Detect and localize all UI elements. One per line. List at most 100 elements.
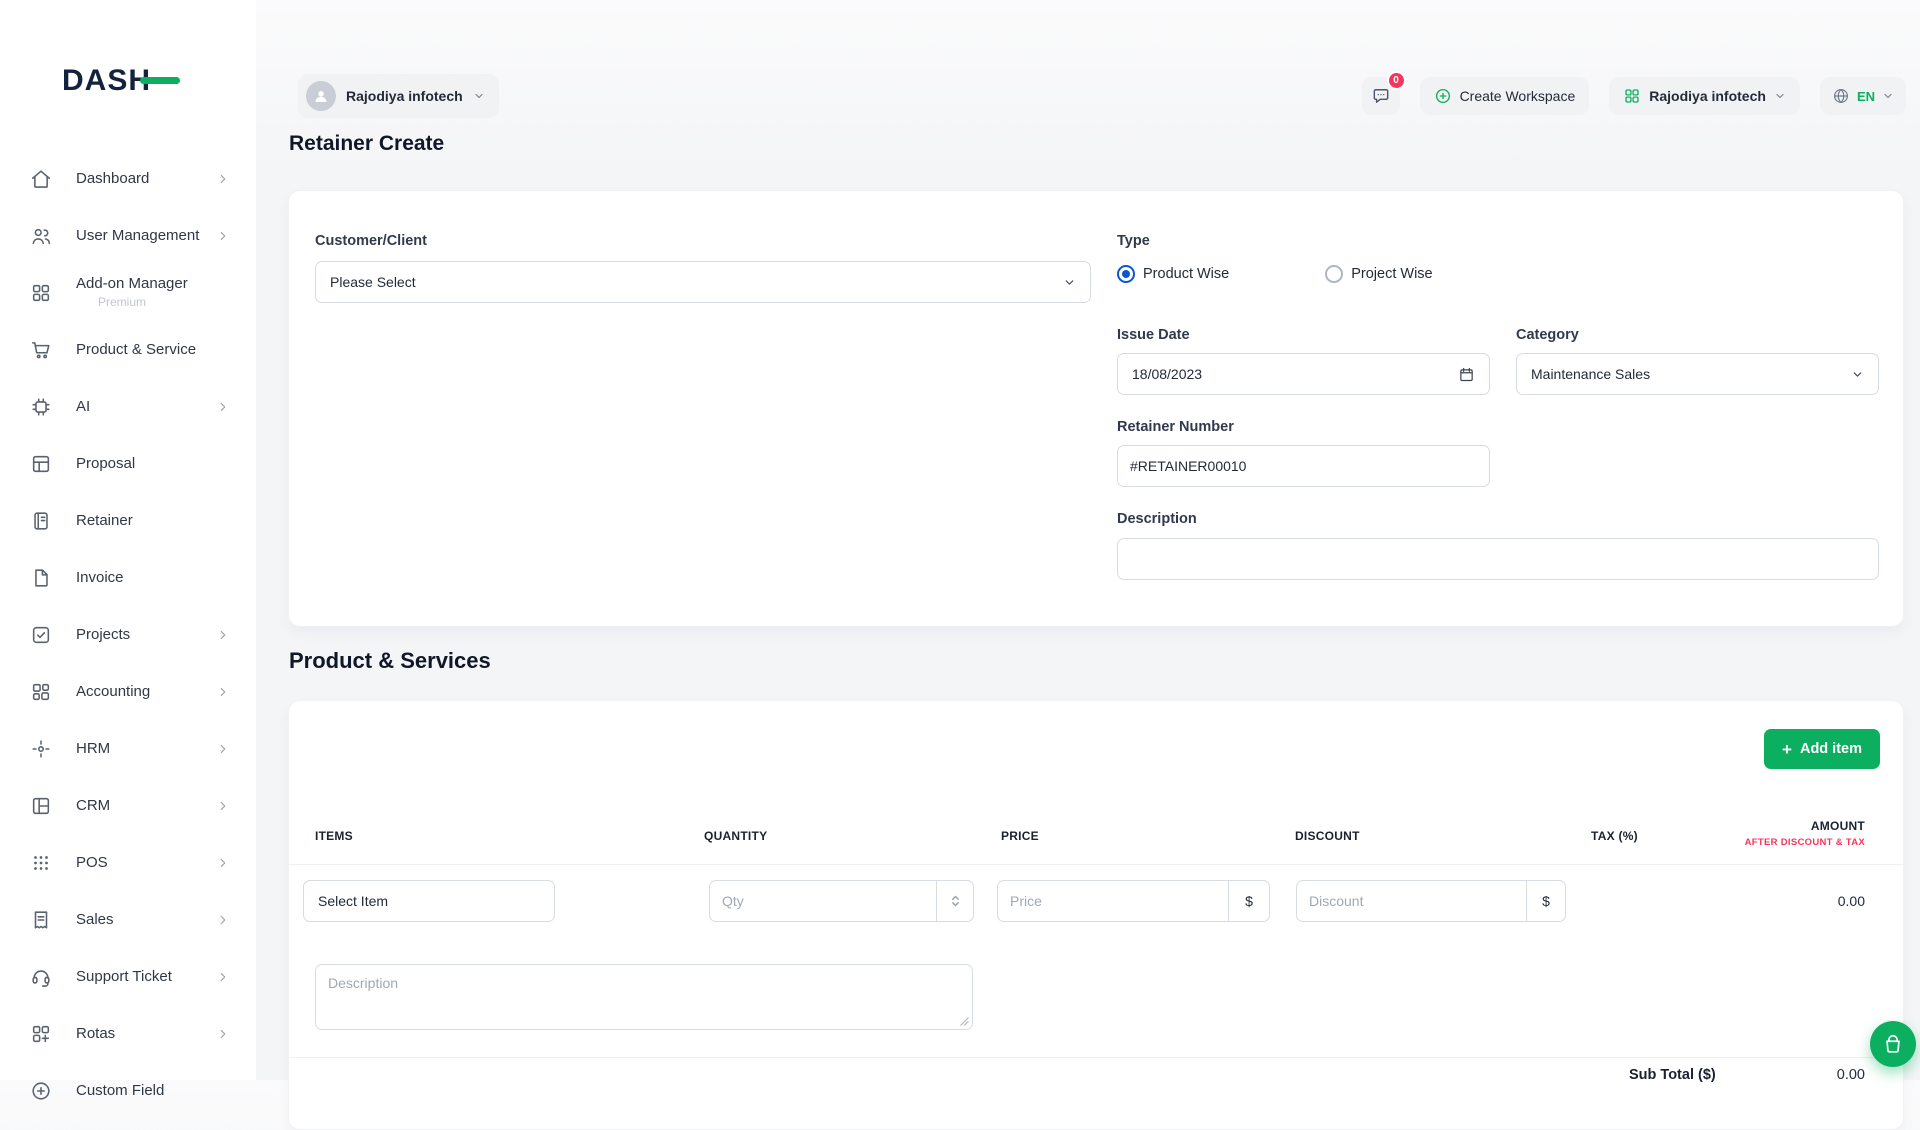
chat-button[interactable]: 0 — [1362, 77, 1400, 115]
price-input[interactable] — [997, 880, 1228, 922]
create-workspace-label: Create Workspace — [1460, 88, 1576, 104]
sidebar-item-proposal[interactable]: Proposal — [0, 435, 256, 492]
sidebar-item-support-ticket[interactable]: Support Ticket — [0, 948, 256, 1005]
proposal-grid-icon — [30, 453, 52, 475]
totals-divider — [289, 1057, 1903, 1058]
customer-select-value: Please Select — [330, 274, 416, 290]
sidebar-item-pos[interactable]: POS — [0, 834, 256, 891]
language-selector[interactable]: EN — [1820, 77, 1906, 115]
discount-input[interactable] — [1296, 880, 1526, 922]
sidebar-item-label: POS — [76, 854, 216, 871]
quantity-group — [709, 880, 974, 922]
sidebar-item-label: Add-on Manager Premium — [76, 275, 230, 309]
invoice-file-icon — [30, 567, 52, 589]
chevron-down-icon — [473, 90, 485, 102]
chat-icon — [1371, 86, 1391, 106]
sidebar-item-ai[interactable]: AI — [0, 378, 256, 435]
issue-date-label: Issue Date — [1117, 327, 1190, 343]
sidebar-item-label: Support Ticket — [76, 968, 216, 985]
items-card: + Add item ITEMS QUANTITY PRICE DISCOUNT… — [288, 700, 1904, 1130]
item-description-textarea[interactable] — [315, 964, 973, 1030]
sidebar-item-sales[interactable]: Sales — [0, 891, 256, 948]
sidebar-item-label: Product & Service — [76, 341, 230, 358]
radio-project-wise[interactable]: Project Wise — [1325, 265, 1432, 283]
create-workspace-button[interactable]: Create Workspace — [1420, 77, 1590, 115]
column-tax: TAX (%) — [1591, 829, 1638, 843]
add-item-button[interactable]: + Add item — [1764, 729, 1880, 769]
retainer-number-input[interactable] — [1117, 445, 1490, 487]
sidebar-item-label: Retainer — [76, 512, 230, 529]
custom-field-plus-icon — [30, 1080, 52, 1102]
chevron-right-icon — [216, 856, 230, 870]
chevron-down-icon — [1774, 90, 1786, 102]
company-selector[interactable]: Rajodiya infotech — [1609, 77, 1800, 115]
category-label: Category — [1516, 327, 1579, 343]
premium-badge: Premium — [98, 296, 230, 310]
sidebar-item-label: HRM — [76, 740, 216, 757]
items-section-title: Product & Services — [289, 648, 491, 674]
discount-currency-addon: $ — [1526, 880, 1566, 922]
sidebar-item-projects[interactable]: Projects — [0, 606, 256, 663]
workspace-selector[interactable]: Rajodiya infotech — [298, 74, 499, 118]
sidebar-item-label: Sales — [76, 911, 216, 928]
ai-chip-icon — [30, 396, 52, 418]
sidebar-item-retainer[interactable]: Retainer — [0, 492, 256, 549]
quantity-stepper[interactable] — [936, 880, 974, 922]
type-label: Type — [1117, 233, 1150, 249]
logo-dash-bar — [140, 77, 180, 84]
chevron-down-icon — [1063, 276, 1076, 289]
home-icon — [30, 168, 52, 190]
quantity-input[interactable] — [709, 880, 936, 922]
retainer-number-label: Retainer Number — [1117, 419, 1234, 435]
radio-product-wise[interactable]: Product Wise — [1117, 265, 1229, 283]
chevron-right-icon — [216, 1027, 230, 1041]
chevron-right-icon — [216, 742, 230, 756]
workspace-grid-icon — [1623, 87, 1641, 105]
category-select[interactable]: Maintenance Sales — [1516, 353, 1879, 395]
crm-layout-icon — [30, 795, 52, 817]
workspace-avatar — [306, 81, 336, 111]
sidebar-item-dashboard[interactable]: Dashboard — [0, 150, 256, 207]
workspace-name: Rajodiya infotech — [346, 88, 463, 104]
page-title: Retainer Create — [289, 132, 444, 156]
sidebar-item-label: Dashboard — [76, 170, 216, 187]
resize-handle-icon[interactable] — [959, 1016, 970, 1027]
description-input[interactable] — [1117, 538, 1879, 580]
column-discount: DISCOUNT — [1295, 829, 1360, 843]
sidebar-item-addon-manager[interactable]: Add-on Manager Premium — [0, 264, 256, 321]
sidebar-menu: Dashboard User Management Add-on Manager… — [0, 150, 256, 1119]
sidebar-item-crm[interactable]: CRM — [0, 777, 256, 834]
customer-select[interactable]: Please Select — [315, 261, 1091, 303]
column-amount-note: AFTER DISCOUNT & TAX — [1745, 837, 1865, 848]
projects-check-icon — [30, 624, 52, 646]
sidebar-item-label: AI — [76, 398, 216, 415]
globe-icon — [1832, 87, 1850, 105]
column-quantity: QUANTITY — [704, 829, 767, 843]
item-description-wrap — [315, 964, 973, 1030]
select-item-dropdown[interactable]: Select Item — [303, 880, 555, 922]
app-logo-text: DASH — [62, 64, 151, 97]
sidebar-item-custom-field[interactable]: Custom Field — [0, 1062, 256, 1119]
sidebar-item-hrm[interactable]: HRM — [0, 720, 256, 777]
sidebar-item-user-management[interactable]: User Management — [0, 207, 256, 264]
app-logo[interactable]: DASH — [62, 64, 151, 98]
chevron-right-icon — [216, 229, 230, 243]
chevron-right-icon — [216, 970, 230, 984]
sidebar-item-product-service[interactable]: Product & Service — [0, 321, 256, 378]
sidebar-item-label: Accounting — [76, 683, 216, 700]
retainer-form-card: Customer/Client Please Select Type Produ… — [288, 190, 1904, 627]
sidebar-item-invoice[interactable]: Invoice — [0, 549, 256, 606]
rotas-grid-icon — [30, 1023, 52, 1045]
column-amount: AMOUNT AFTER DISCOUNT & TAX — [1745, 819, 1865, 848]
topbar-actions: 0 Create Workspace Rajodiya infotech EN — [1362, 77, 1906, 115]
sidebar-item-label: Invoice — [76, 569, 230, 586]
person-icon — [312, 87, 330, 105]
chevron-right-icon — [216, 172, 230, 186]
cart-fab-button[interactable] — [1870, 1021, 1916, 1067]
sidebar-item-accounting[interactable]: Accounting — [0, 663, 256, 720]
sidebar-item-rotas[interactable]: Rotas — [0, 1005, 256, 1062]
price-currency-addon: $ — [1228, 880, 1270, 922]
chevron-down-icon — [1882, 90, 1894, 102]
issue-date-input[interactable]: 18/08/2023 — [1117, 353, 1490, 395]
radio-dot — [1325, 265, 1343, 283]
